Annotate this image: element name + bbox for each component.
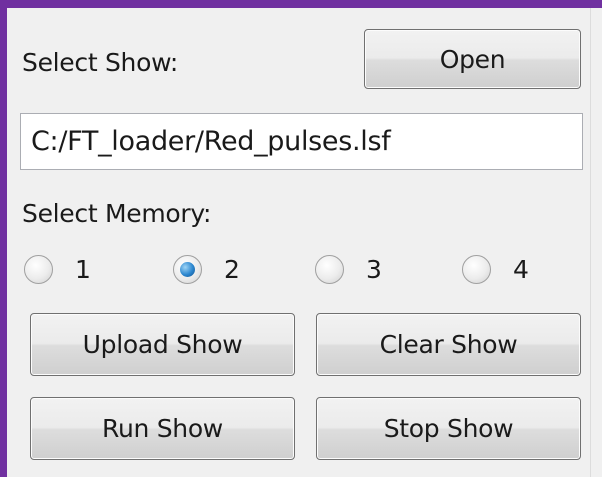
radio-button-icon[interactable] (462, 254, 491, 284)
memory-radio-2[interactable]: 2 (173, 251, 240, 287)
upload-show-button[interactable]: Upload Show (30, 313, 295, 376)
memory-radio-label: 3 (366, 254, 382, 284)
memory-radio-label: 1 (75, 254, 91, 284)
radio-button-icon[interactable] (315, 254, 344, 284)
clear-show-button[interactable]: Clear Show (316, 313, 581, 376)
radio-button-selected-icon[interactable] (173, 254, 202, 284)
select-memory-label: Select Memory: (22, 199, 212, 228)
run-show-button[interactable]: Run Show (30, 397, 295, 460)
window-frame-top (0, 0, 602, 8)
radio-button-icon[interactable] (24, 254, 53, 284)
window-frame-left (0, 0, 7, 477)
panel-divider (590, 8, 591, 477)
memory-radio-label: 4 (513, 254, 529, 284)
open-button[interactable]: Open (364, 29, 581, 89)
show-path-field[interactable]: C:/FT_loader/Red_pulses.lsf (20, 113, 583, 170)
memory-radio-label: 2 (224, 254, 240, 284)
memory-radio-1[interactable]: 1 (24, 251, 91, 287)
stop-show-button[interactable]: Stop Show (316, 397, 581, 460)
select-show-label: Select Show: (22, 48, 178, 77)
memory-radio-3[interactable]: 3 (315, 251, 382, 287)
memory-radio-4[interactable]: 4 (462, 251, 529, 287)
radio-selected-dot (180, 261, 195, 277)
